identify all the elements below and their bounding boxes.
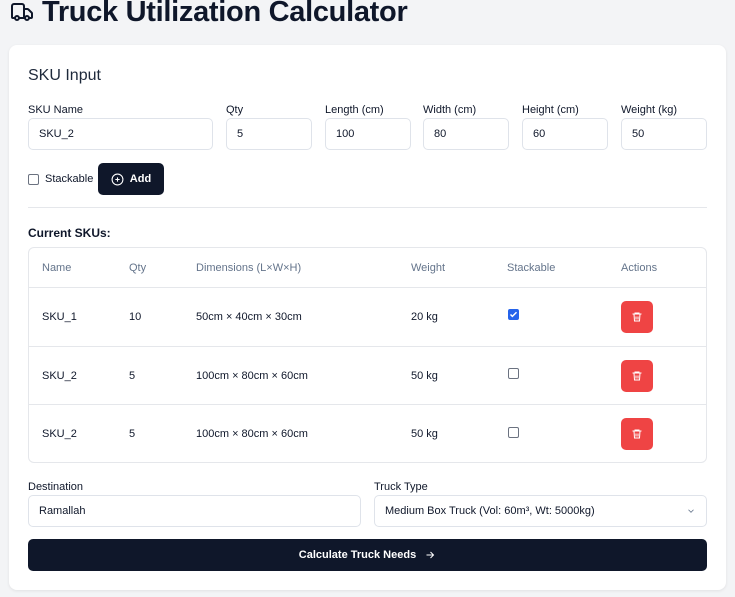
cell-qty: 5 (129, 370, 136, 382)
sku-name-label: SKU Name (28, 104, 84, 116)
column-header-stackable: Stackable (507, 262, 556, 274)
chevron-down-icon (688, 509, 694, 513)
calculate-button[interactable]: Calculate Truck Needs (28, 539, 707, 571)
height-label: Height (cm) (522, 104, 579, 116)
column-header-dimensions: Dimensions (L×W×H) (196, 262, 302, 274)
delete-row-button[interactable] (621, 301, 653, 333)
column-header-weight: Weight (411, 262, 446, 274)
truck-type-value: Medium Box Truck (Vol: 60m³, Wt: 5000kg) (385, 505, 595, 517)
sku-name-input[interactable] (28, 118, 213, 150)
truck-type-select[interactable]: Medium Box Truck (Vol: 60m³, Wt: 5000kg) (374, 495, 707, 527)
calculate-button-label: Calculate Truck Needs (298, 549, 417, 561)
trash-icon (632, 371, 642, 381)
column-header-actions: Actions (621, 262, 658, 274)
truck-icon (10, 0, 34, 24)
qty-input[interactable] (226, 118, 312, 150)
cell-name: SKU_2 (42, 370, 77, 382)
row-divider (29, 404, 706, 405)
stackable-row: Stackable (28, 163, 93, 195)
page-title: Truck Utilization Calculator (42, 0, 408, 28)
cell-name: SKU_2 (42, 428, 77, 440)
row-stackable-checkbox[interactable] (508, 427, 519, 438)
length-label: Length (cm) (325, 104, 384, 116)
stackable-label: Stackable (45, 173, 94, 185)
height-input[interactable] (522, 118, 608, 150)
trash-icon (632, 429, 642, 439)
length-input[interactable] (325, 118, 411, 150)
cell-weight: 50 kg (411, 428, 438, 440)
cell-weight: 20 kg (411, 311, 438, 323)
qty-label: Qty (226, 104, 244, 116)
stackable-checkbox[interactable] (28, 173, 39, 185)
add-button-label: Add (129, 173, 152, 185)
delete-row-button[interactable] (621, 360, 653, 392)
row-divider (29, 287, 706, 288)
row-stackable-checkbox[interactable] (508, 368, 519, 379)
row-stackable-checkbox[interactable] (508, 309, 519, 320)
width-label: Width (cm) (423, 104, 477, 116)
row-divider (29, 346, 706, 347)
sku-table: Name Qty Dimensions (L×W×H) Weight Stack… (28, 247, 707, 463)
destination-input[interactable] (28, 495, 361, 527)
weight-label: Weight (kg) (621, 104, 678, 116)
cell-name: SKU_1 (42, 311, 77, 323)
truck-type-label: Truck Type (374, 481, 428, 493)
cell-dimensions: 100cm × 80cm × 60cm (196, 428, 308, 440)
cell-qty: 10 (129, 311, 142, 323)
cell-dimensions: 100cm × 80cm × 60cm (196, 370, 308, 382)
sku-input-title: SKU Input (28, 67, 101, 84)
cell-qty: 5 (129, 428, 136, 440)
page-header: Truck Utilization Calculator (10, 0, 408, 32)
current-skus-label: Current SKUs: (28, 226, 111, 240)
destination-label: Destination (28, 481, 84, 493)
cell-dimensions: 50cm × 40cm × 30cm (196, 311, 302, 323)
calculator-card: SKU Input SKU Name Qty Length (cm) Width… (9, 45, 726, 590)
weight-input[interactable] (621, 118, 707, 150)
column-header-name: Name (42, 262, 72, 274)
column-header-qty: Qty (129, 262, 147, 274)
arrow-right-icon (426, 551, 435, 559)
add-sku-button[interactable]: Add (98, 163, 164, 195)
trash-icon (632, 312, 642, 322)
section-divider (28, 207, 707, 208)
delete-row-button[interactable] (621, 418, 653, 450)
check-icon (509, 311, 518, 318)
plus-circle-icon (111, 173, 124, 185)
cell-weight: 50 kg (411, 370, 438, 382)
width-input[interactable] (423, 118, 509, 150)
